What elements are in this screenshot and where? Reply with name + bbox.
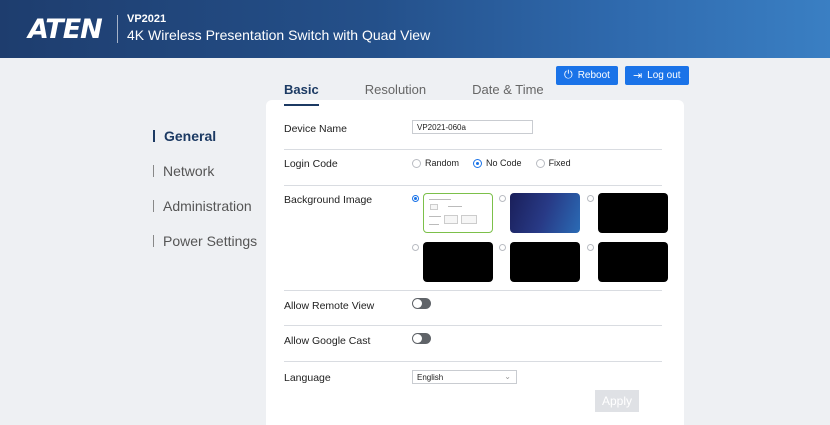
background-option-5[interactable]	[499, 242, 584, 284]
sidebar-item-power-settings[interactable]: Power Settings	[153, 223, 257, 258]
tab-resolution[interactable]: Resolution	[365, 82, 426, 102]
radio-button[interactable]	[412, 195, 419, 202]
sidebar-item-general[interactable]: General	[153, 118, 257, 153]
login-code-fixed[interactable]: Fixed	[535, 158, 571, 168]
login-code-label: Login Code	[284, 158, 338, 170]
language-value: English	[417, 372, 444, 382]
logout-label: Log out	[647, 70, 681, 81]
power-icon: ⏻	[564, 69, 573, 81]
allow-google-cast-toggle[interactable]	[412, 333, 431, 344]
radio-label: Fixed	[548, 158, 571, 168]
sidebar-item-label: Administration	[163, 197, 252, 214]
model-name: VP2021	[127, 13, 167, 25]
background-thumbnail-gradient[interactable]	[510, 193, 580, 233]
login-code-row: Login Code Random No Code Fixed	[284, 150, 662, 186]
nav-indicator	[153, 129, 155, 142]
preview-line	[448, 206, 462, 207]
tab-basic[interactable]: Basic	[284, 82, 319, 106]
radio-button[interactable]	[535, 158, 545, 168]
sidebar-item-label: Network	[163, 162, 215, 179]
language-select[interactable]: English ⌄	[412, 370, 517, 384]
background-option-3[interactable]	[587, 193, 672, 235]
background-thumbnail-default[interactable]	[423, 193, 493, 233]
sidebar-nav: General Network Administration Power Set…	[153, 118, 257, 258]
app-header: ATEN VP2021 4K Wireless Presentation Swi…	[0, 0, 830, 58]
allow-remote-view-label: Allow Remote View	[284, 300, 375, 312]
allow-remote-view-row: Allow Remote View	[284, 291, 662, 326]
brand-name: ATEN	[28, 13, 103, 45]
nav-indicator	[153, 234, 154, 247]
radio-button[interactable]	[499, 244, 506, 251]
background-image-row: Background Image	[284, 186, 668, 291]
background-option-4[interactable]	[412, 242, 497, 284]
background-thumbnail-black[interactable]	[423, 242, 493, 282]
preview-line	[429, 224, 439, 225]
product-name: 4K Wireless Presentation Switch with Qua…	[127, 27, 431, 43]
login-code-options: Random No Code Fixed	[412, 158, 571, 168]
radio-button[interactable]	[473, 158, 483, 168]
radio-label: Random	[425, 158, 460, 168]
language-label: Language	[284, 372, 331, 384]
background-thumbnail-black[interactable]	[598, 242, 668, 282]
background-thumbnail-black[interactable]	[510, 242, 580, 282]
radio-button[interactable]	[412, 158, 421, 168]
allow-remote-view-toggle[interactable]	[412, 298, 431, 309]
nav-indicator	[153, 164, 154, 177]
reboot-label: Reboot	[577, 70, 610, 81]
allow-google-cast-row: Allow Google Cast	[284, 326, 662, 362]
background-image-label: Background Image	[284, 194, 373, 206]
settings-panel: Device Name Login Code Random No Code Fi…	[266, 100, 684, 425]
background-option-1[interactable]	[412, 193, 497, 235]
radio-button[interactable]	[412, 244, 419, 251]
allow-google-cast-label: Allow Google Cast	[284, 335, 371, 347]
preview-box	[430, 204, 438, 210]
login-code-no-code[interactable]: No Code	[473, 158, 522, 168]
radio-button[interactable]	[499, 195, 506, 202]
preview-box	[444, 215, 458, 224]
tab-date-time[interactable]: Date & Time	[472, 82, 544, 102]
sidebar-item-administration[interactable]: Administration	[153, 188, 257, 223]
chevron-down-icon: ⌄	[504, 372, 511, 381]
aten-logo: ATEN	[28, 13, 103, 45]
preview-box	[461, 215, 477, 224]
sidebar-item-network[interactable]: Network	[153, 153, 257, 188]
logout-button[interactable]: ⇥ Log out	[624, 66, 689, 85]
preview-line	[429, 216, 441, 217]
login-code-random[interactable]: Random	[412, 158, 459, 168]
background-option-2[interactable]	[499, 193, 584, 235]
sidebar-item-label: General	[164, 127, 217, 144]
radio-button[interactable]	[587, 244, 594, 251]
header-divider	[117, 15, 118, 43]
radio-label: No Code	[486, 158, 522, 168]
apply-button[interactable]: Apply	[595, 390, 639, 412]
device-name-row: Device Name	[284, 110, 662, 150]
sidebar-item-label: Power Settings	[163, 232, 258, 249]
device-name-label: Device Name	[284, 123, 348, 135]
logout-icon: ⇥	[632, 70, 643, 82]
nav-indicator	[153, 199, 154, 212]
preview-line	[429, 199, 451, 200]
background-thumbnail-black[interactable]	[598, 193, 668, 233]
background-option-6[interactable]	[587, 242, 672, 284]
device-name-input[interactable]	[412, 120, 533, 134]
radio-button[interactable]	[587, 195, 594, 202]
settings-tabs: Basic Resolution Date & Time	[284, 82, 590, 106]
